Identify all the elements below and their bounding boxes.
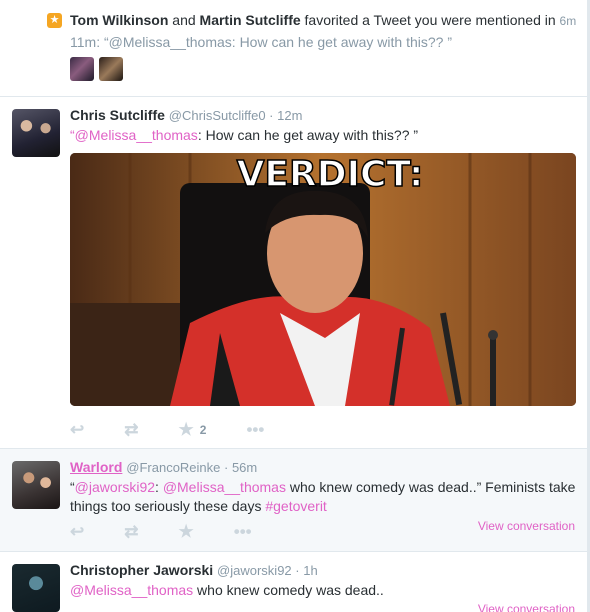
- reply-icon[interactable]: ↩: [70, 420, 84, 440]
- tweet-header: Christopher Jaworski @jaworski92 · 1h: [70, 562, 318, 578]
- notification-user-2[interactable]: Martin Sutcliffe: [200, 12, 301, 28]
- more-icon[interactable]: •••: [246, 420, 264, 440]
- tweet-header: Chris Sutcliffe @ChrisSutcliffe0 · 12m: [70, 107, 302, 123]
- mention-link[interactable]: @Melissa__thomas: [163, 479, 286, 495]
- user-name[interactable]: Warlord: [70, 459, 122, 475]
- notification-text: Tom Wilkinson and Martin Sutcliffe favor…: [70, 12, 577, 28]
- more-icon[interactable]: •••: [234, 522, 252, 542]
- tweet-text: @Melissa__thomas who knew comedy was dea…: [70, 582, 384, 598]
- tweet[interactable]: Christopher Jaworski @jaworski92 · 1h @M…: [0, 552, 587, 612]
- user-handle[interactable]: @FrancoReinke · 56m: [126, 460, 257, 475]
- tweet-header: Warlord @FrancoReinke · 56m: [70, 459, 257, 475]
- favorite-notification[interactable]: ★ Tom Wilkinson and Martin Sutcliffe fav…: [0, 0, 587, 97]
- timeline: ★ Tom Wilkinson and Martin Sutcliffe fav…: [0, 0, 590, 612]
- hashtag-link[interactable]: #getoverit: [265, 498, 326, 514]
- tweet-text: “@Melissa__thomas: How can he get away w…: [70, 127, 419, 143]
- image-caption: VERDICT:: [237, 154, 424, 195]
- view-conversation-link[interactable]: View conversation: [478, 602, 575, 612]
- view-conversation-link[interactable]: View conversation: [478, 519, 575, 533]
- tweet[interactable]: Warlord @FrancoReinke · 56m “@jaworski92…: [0, 449, 587, 552]
- notification-quote: 11m: “@Melissa__thomas: How can he get a…: [70, 34, 453, 50]
- user-name[interactable]: Christopher Jaworski: [70, 562, 213, 578]
- avatar[interactable]: [12, 564, 60, 612]
- tweet-image[interactable]: VERDICT:: [70, 153, 576, 406]
- notification-user-1[interactable]: Tom Wilkinson: [70, 12, 168, 28]
- star-icon[interactable]: ★ 2: [179, 420, 207, 440]
- mention-link[interactable]: @jaworski92: [75, 479, 155, 495]
- notification-time[interactable]: 6m: [560, 14, 577, 28]
- avatar[interactable]: [12, 109, 60, 157]
- favoriter-avatars: [70, 57, 123, 81]
- user-handle[interactable]: @jaworski92 · 1h: [217, 563, 318, 578]
- mention-link[interactable]: @Melissa__thomas: [70, 582, 193, 598]
- retweet-icon[interactable]: ⇄: [124, 522, 138, 542]
- star-icon[interactable]: ★: [179, 522, 194, 542]
- reply-icon[interactable]: ↩: [70, 522, 84, 542]
- avatar[interactable]: [70, 57, 94, 81]
- tweet-actions: ↩ ⇄ ★ 2 •••: [70, 420, 304, 440]
- star-icon: ★: [47, 13, 62, 28]
- favorite-count: 2: [199, 423, 207, 437]
- tweet-text: “@jaworski92: @Melissa__thomas who knew …: [70, 479, 576, 514]
- verdict-image: VERDICT:: [70, 153, 576, 406]
- user-handle[interactable]: @ChrisSutcliffe0 · 12m: [169, 108, 303, 123]
- user-name[interactable]: Chris Sutcliffe: [70, 107, 165, 123]
- tweet[interactable]: Chris Sutcliffe @ChrisSutcliffe0 · 12m “…: [0, 97, 587, 449]
- avatar[interactable]: [12, 461, 60, 509]
- retweet-icon[interactable]: ⇄: [124, 420, 138, 440]
- mention-link[interactable]: “@Melissa__thomas: [70, 127, 198, 143]
- avatar[interactable]: [99, 57, 123, 81]
- tweet-actions: ↩ ⇄ ★ •••: [70, 522, 292, 542]
